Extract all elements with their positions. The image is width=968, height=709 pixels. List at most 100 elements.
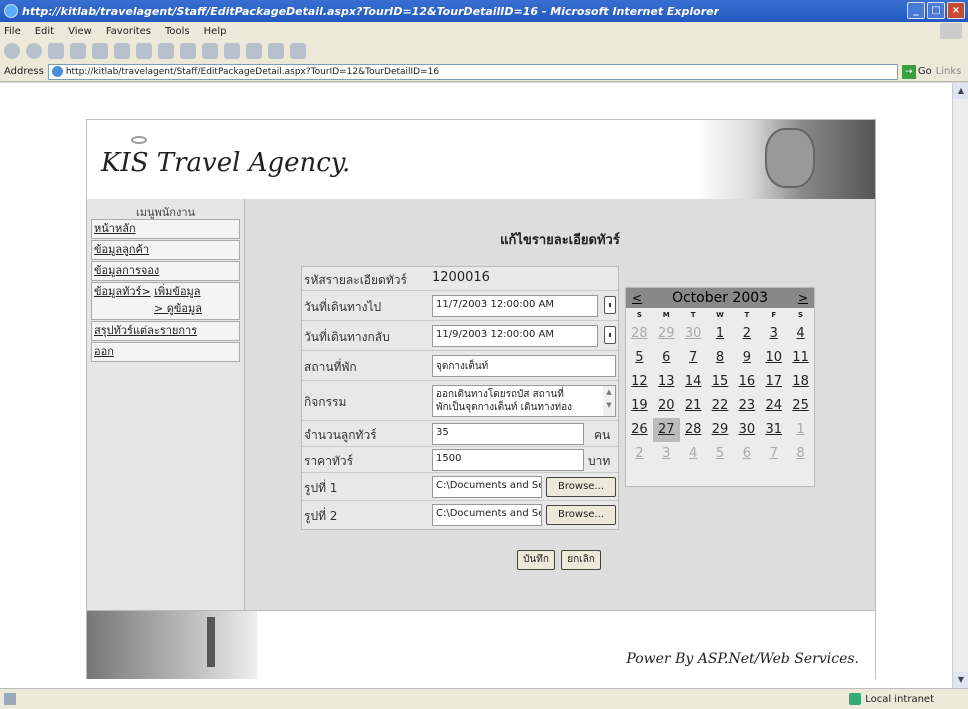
textarea-scrollbar[interactable]: ▲ ▼ — [603, 386, 615, 416]
calendar-day[interactable]: 7 — [760, 442, 787, 466]
calendar-day[interactable]: 16 — [733, 370, 760, 394]
go-button[interactable]: → Go — [901, 64, 932, 79]
calendar-day[interactable]: 3 — [653, 442, 680, 466]
sidebar-item-bookings[interactable]: ข้อมูลการจอง — [91, 261, 240, 281]
calendar-day[interactable]: 20 — [653, 394, 680, 418]
calendar-day[interactable]: 11 — [787, 346, 814, 370]
edit-icon[interactable] — [246, 43, 262, 59]
menu-view[interactable]: View — [68, 26, 92, 37]
media-icon[interactable] — [158, 43, 174, 59]
calendar-day[interactable]: 29 — [653, 322, 680, 346]
calendar-day[interactable]: 13 — [653, 370, 680, 394]
forward-icon[interactable] — [26, 43, 42, 59]
favorites-icon[interactable] — [136, 43, 152, 59]
calendar-day[interactable]: 29 — [707, 418, 734, 442]
menu-tools[interactable]: Tools — [165, 26, 190, 37]
scroll-down-icon[interactable]: ▼ — [953, 672, 968, 688]
sidebar-item-label[interactable]: ข้อมูลการจอง — [94, 264, 159, 277]
calendar-day[interactable]: 26 — [626, 418, 653, 442]
calendar-day[interactable]: 24 — [760, 394, 787, 418]
print-icon[interactable] — [224, 43, 240, 59]
calendar-next-button[interactable]: > — [798, 291, 808, 305]
calendar-day[interactable]: 12 — [626, 370, 653, 394]
stop-icon[interactable] — [48, 43, 64, 59]
messenger-icon[interactable] — [290, 43, 306, 59]
calendar-day[interactable]: 4 — [787, 322, 814, 346]
photo2-browse-button[interactable]: Browse... — [546, 505, 616, 525]
calendar-day[interactable]: 8 — [787, 442, 814, 466]
sidebar-item-logout[interactable]: ออก — [91, 342, 240, 362]
menu-help[interactable]: Help — [204, 26, 227, 37]
activity-textarea[interactable]: ออกเดินทางโดยรถบัส สถานที่ พักเป็นจุดกาง… — [432, 385, 616, 417]
mail-icon[interactable] — [202, 43, 218, 59]
home-icon[interactable] — [92, 43, 108, 59]
calendar-icon[interactable] — [604, 296, 616, 314]
menu-favorites[interactable]: Favorites — [106, 26, 151, 37]
scroll-up-icon[interactable]: ▲ — [953, 83, 968, 99]
calendar-day[interactable]: 30 — [733, 418, 760, 442]
calendar-day[interactable]: 6 — [733, 442, 760, 466]
calendar-day[interactable]: 14 — [680, 370, 707, 394]
calendar-day[interactable]: 17 — [760, 370, 787, 394]
calendar-day[interactable]: 4 — [680, 442, 707, 466]
calendar-day[interactable]: 8 — [707, 346, 734, 370]
photo1-browse-button[interactable]: Browse... — [546, 477, 616, 497]
calendar-day[interactable]: 18 — [787, 370, 814, 394]
calendar-day[interactable]: 30 — [680, 322, 707, 346]
page-scrollbar[interactable]: ▲ ▼ — [952, 83, 968, 688]
sidebar-item-tours-label[interactable]: ข้อมูลทัวร์> — [94, 285, 151, 298]
calendar-day[interactable]: 5 — [707, 442, 734, 466]
save-button[interactable]: บันทึก — [517, 550, 555, 570]
search-icon[interactable] — [114, 43, 130, 59]
calendar-day[interactable]: 15 — [707, 370, 734, 394]
calendar-day[interactable]: 28 — [626, 322, 653, 346]
cancel-button[interactable]: ยกเลิก — [561, 550, 601, 570]
calendar-day[interactable]: 7 — [680, 346, 707, 370]
calendar-day[interactable]: 9 — [733, 346, 760, 370]
calendar-day[interactable]: 25 — [787, 394, 814, 418]
depart-date-input[interactable]: 11/7/2003 12:00:00 AM — [432, 295, 598, 317]
photo1-file-input[interactable]: C:\Documents and Settings — [432, 476, 542, 498]
return-date-input[interactable]: 11/9/2003 12:00:00 AM — [432, 325, 598, 347]
sidebar-item-home[interactable]: หน้าหลัก — [91, 219, 240, 239]
calendar-day[interactable]: 2 — [733, 322, 760, 346]
calendar-day[interactable]: 6 — [653, 346, 680, 370]
back-icon[interactable] — [4, 43, 20, 59]
sidebar-item-label[interactable]: ข้อมูลลูกค้า — [94, 243, 149, 256]
sidebar-item-label[interactable]: ออก — [94, 345, 114, 358]
calendar-icon[interactable] — [604, 326, 616, 344]
sidebar-item-summary[interactable]: สรุปทัวร์แต่ละรายการ — [91, 321, 240, 341]
address-input[interactable]: http://kitlab/travelagent/Staff/EditPack… — [47, 63, 898, 80]
calendar-day[interactable]: 5 — [626, 346, 653, 370]
history-icon[interactable] — [180, 43, 196, 59]
calendar-day[interactable]: 28 — [680, 418, 707, 442]
calendar-day[interactable]: 31 — [760, 418, 787, 442]
minimize-button[interactable]: _ — [907, 2, 925, 19]
sidebar-item-view-data[interactable]: > ดูข้อมูล — [154, 302, 202, 315]
calendar-prev-button[interactable]: < — [632, 291, 642, 305]
photo2-file-input[interactable]: C:\Documents and Settings — [432, 504, 542, 526]
calendar-day[interactable]: 2 — [626, 442, 653, 466]
menu-file[interactable]: File — [4, 26, 21, 37]
refresh-icon[interactable] — [70, 43, 86, 59]
lodging-input[interactable]: จุดกางเต็นท์ — [432, 355, 616, 377]
calendar-day[interactable]: 23 — [733, 394, 760, 418]
discuss-icon[interactable] — [268, 43, 284, 59]
maximize-button[interactable]: □ — [927, 2, 945, 19]
calendar-day[interactable]: 27 — [652, 418, 680, 442]
sidebar-item-customers[interactable]: ข้อมูลลูกค้า — [91, 240, 240, 260]
calendar-day[interactable]: 21 — [680, 394, 707, 418]
calendar-day[interactable]: 1 — [787, 418, 814, 442]
sidebar-item-label[interactable]: สรุปทัวร์แต่ละรายการ — [94, 324, 197, 337]
links-label[interactable]: Links — [936, 66, 962, 77]
calendar-day[interactable]: 3 — [760, 322, 787, 346]
calendar-day[interactable]: 1 — [707, 322, 734, 346]
calendar-day[interactable]: 19 — [626, 394, 653, 418]
sidebar-item-label[interactable]: หน้าหลัก — [94, 222, 136, 235]
count-input[interactable]: 35 — [432, 423, 584, 445]
menu-edit[interactable]: Edit — [35, 26, 54, 37]
sidebar-item-add-data[interactable]: เพิ่มข้อมูล — [154, 285, 200, 298]
close-button[interactable]: × — [947, 2, 965, 19]
calendar-day[interactable]: 10 — [760, 346, 787, 370]
calendar-day[interactable]: 22 — [707, 394, 734, 418]
